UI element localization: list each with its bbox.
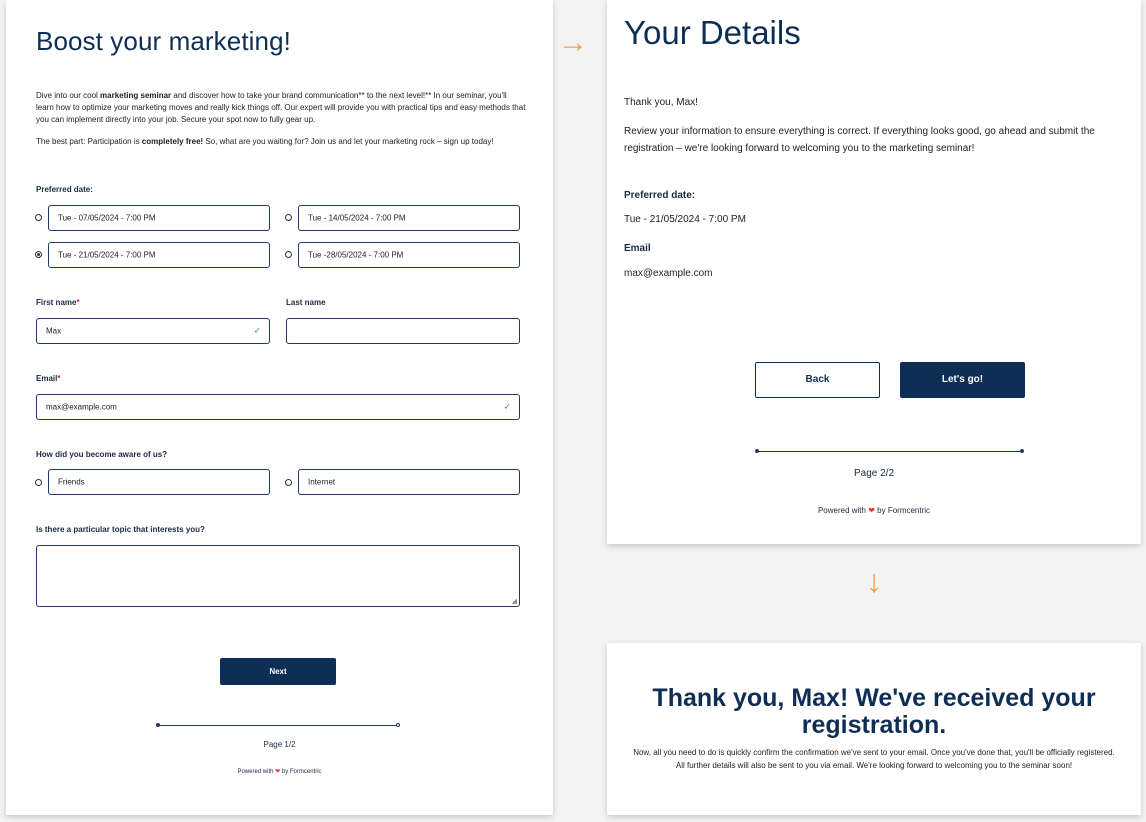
email-label: Email [624,243,651,254]
date-radio-1[interactable] [35,214,42,221]
date-option-label: Tue - 07/05/2024 - 7:00 PM [58,213,156,223]
email-input[interactable]: max@example.com ✓ [36,394,520,420]
aware-radio-internet[interactable] [285,479,292,486]
review-text: Review your information to ensure everyt… [624,126,1095,154]
topic-label: Is there a particular topic that interes… [36,525,205,534]
next-button[interactable]: Next [220,658,336,685]
email-value: max@example.com [46,402,117,412]
intro-emphasis: marketing seminar [100,91,172,100]
progress-dot-next [396,723,400,727]
date-radio-3-checked[interactable] [35,251,42,258]
arrow-down-icon: ↓ [866,563,882,599]
aware-radio-friends[interactable] [35,479,42,486]
email-label-text: Email [36,374,58,383]
valid-check-icon: ✓ [503,401,511,412]
first-name-value: Max [46,326,62,336]
first-name-input[interactable]: Max ✓ [36,318,270,344]
date-option-2[interactable]: Tue - 14/05/2024 - 7:00 PM [298,205,520,231]
required-mark: * [57,374,61,383]
date-option-label: Tue -28/05/2024 - 7:00 PM [308,250,404,260]
powered-by: Powered with ❤ by Formcentric [6,768,553,775]
first-name-label: First name* [36,298,80,307]
form-page-2: Your Details Thank you, Max! Review your… [607,0,1141,544]
aware-option-label: Internet [308,477,336,487]
date-option-1[interactable]: Tue - 07/05/2024 - 7:00 PM [48,205,270,231]
date-radio-4[interactable] [285,251,292,258]
powered-by: Powered with ❤ by Formcentric [607,506,1141,515]
thanks-text: Thank you, Max! [624,97,698,108]
powered-suffix: by Formcentric [877,506,931,515]
intro2-emphasis: completely free! [141,137,204,146]
required-mark: * [76,298,80,307]
date-option-label: Tue - 21/05/2024 - 7:00 PM [58,250,156,260]
last-name-label: Last name [286,298,326,307]
intro2-text-rest: So, what are you waiting for? Join us an… [203,137,494,146]
progress-line [757,451,1022,452]
intro-text: Dive into our cool [36,91,101,100]
preferred-date-label: Preferred date: [624,190,696,201]
preferred-date-label: Preferred date: [36,185,93,194]
date-option-label: Tue - 14/05/2024 - 7:00 PM [308,213,406,223]
form-page-1: Boost your marketing! Dive into our cool… [6,0,553,815]
back-button[interactable]: Back [755,362,880,398]
confirmation-message: Now, all you need to do is quickly confi… [633,748,1115,770]
date-option-4[interactable]: Tue -28/05/2024 - 7:00 PM [298,242,520,268]
confirmation-page: Thank you, Max! We've received your regi… [607,643,1141,815]
powered-prefix: Powered with [237,769,274,775]
intro2-text: The best part: Participation is [36,137,142,146]
page-indicator: Page 2/2 [853,468,895,479]
first-name-label-text: First name [36,298,77,307]
topic-textarea[interactable]: ◢ [36,545,520,607]
arrow-right-icon: → [558,26,588,59]
email-label: Email* [36,374,60,383]
email-value: max@example.com [624,268,713,279]
intro-paragraph-2: The best part: Participation is complete… [36,136,526,148]
heart-icon: ❤ [275,769,281,775]
resize-handle-icon[interactable]: ◢ [512,597,517,605]
page-indicator: Page 1/2 [263,740,296,749]
valid-check-icon: ✓ [253,325,261,336]
progress-line [158,725,398,726]
aware-label: How did you become aware of us? [36,450,168,459]
aware-option-friends[interactable]: Friends [48,469,270,495]
date-radio-2[interactable] [285,214,292,221]
page-title: Your Details [624,14,801,51]
progress-dot-start [755,449,759,453]
date-option-3[interactable]: Tue - 21/05/2024 - 7:00 PM [48,242,270,268]
submit-button[interactable]: Let's go! [900,362,1025,398]
heart-icon: ❤ [868,506,875,515]
preferred-date-value: Tue - 21/05/2024 - 7:00 PM [624,214,746,225]
powered-suffix: by Formcentric [281,769,322,775]
last-name-input[interactable] [286,318,520,344]
page-title: Boost your marketing! [36,26,291,56]
powered-prefix: Powered with [817,506,866,515]
aware-option-internet[interactable]: Internet [298,469,520,495]
aware-option-label: Friends [58,477,85,487]
progress-dot-current [156,723,160,727]
intro-paragraph-1: Dive into our cool marketing seminar and… [36,90,526,126]
progress-dot-current [1020,449,1024,453]
confirmation-title: Thank you, Max! We've received your regi… [652,684,1096,739]
